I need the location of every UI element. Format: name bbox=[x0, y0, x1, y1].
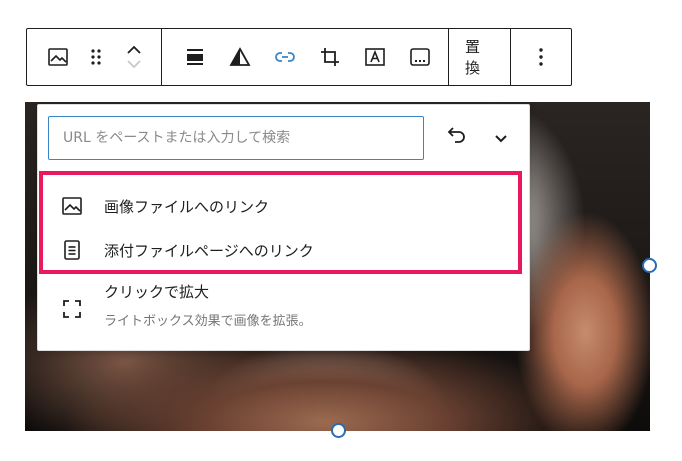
link-popover: 画像ファイルへのリンク 添付ファイルページへのリンク クリックで拡大 ライトボッ… bbox=[37, 104, 530, 351]
block-toolbar: 置換 bbox=[26, 28, 572, 86]
move-down-icon[interactable] bbox=[126, 58, 142, 70]
option-label: 添付ファイルページへのリンク bbox=[104, 241, 314, 260]
toolbar-group-block bbox=[27, 29, 162, 85]
option-label: 画像ファイルへのリンク bbox=[104, 197, 270, 216]
duotone-button[interactable] bbox=[217, 29, 262, 85]
resize-handle-bottom[interactable] bbox=[331, 423, 346, 438]
replace-button[interactable]: 置換 bbox=[449, 29, 510, 85]
drag-handle-button[interactable] bbox=[77, 29, 115, 85]
option-description: ライトボックス効果で画像を拡張。 bbox=[104, 314, 312, 329]
more-options-button[interactable] bbox=[511, 29, 571, 85]
resize-handle-right[interactable] bbox=[642, 258, 657, 273]
caption-icon bbox=[409, 46, 431, 68]
url-search-input[interactable] bbox=[48, 116, 424, 160]
fullscreen-icon bbox=[60, 297, 84, 321]
link-options-toggle[interactable] bbox=[486, 123, 516, 153]
link-to-attachment-page-option[interactable]: 添付ファイルページへのリンク bbox=[38, 235, 529, 265]
option-texts: クリックで拡大 ライトボックス効果で画像を拡張。 bbox=[104, 281, 312, 329]
page-icon bbox=[60, 238, 84, 262]
toolbar-group-more bbox=[511, 29, 571, 85]
duotone-icon bbox=[228, 46, 251, 68]
move-buttons bbox=[115, 29, 153, 85]
text-overlay-icon bbox=[364, 46, 386, 68]
link-to-image-file-option[interactable]: 画像ファイルへのリンク bbox=[38, 191, 529, 221]
image-icon bbox=[47, 46, 69, 68]
toolbar-group-tools bbox=[162, 29, 449, 85]
move-arrows bbox=[126, 44, 142, 70]
expand-on-click-option[interactable]: クリックで拡大 ライトボックス効果で画像を拡張。 bbox=[38, 281, 529, 339]
link-button[interactable] bbox=[262, 29, 307, 85]
align-button[interactable] bbox=[172, 29, 217, 85]
crop-button[interactable] bbox=[307, 29, 352, 85]
chevron-down-icon bbox=[493, 129, 509, 148]
submit-link-button[interactable] bbox=[442, 123, 472, 153]
toolbar-group-replace: 置換 bbox=[449, 29, 511, 85]
drag-handle-icon bbox=[89, 47, 103, 67]
link-icon bbox=[274, 46, 296, 68]
caption-button[interactable] bbox=[397, 29, 442, 85]
more-options-icon bbox=[538, 47, 544, 67]
image-block-button[interactable] bbox=[39, 29, 77, 85]
text-overlay-button[interactable] bbox=[352, 29, 397, 85]
crop-icon bbox=[319, 46, 341, 68]
align-icon bbox=[184, 46, 206, 68]
image-icon bbox=[60, 194, 84, 218]
move-up-icon[interactable] bbox=[126, 44, 142, 56]
return-icon bbox=[445, 124, 469, 152]
option-label: クリックで拡大 bbox=[104, 283, 210, 301]
